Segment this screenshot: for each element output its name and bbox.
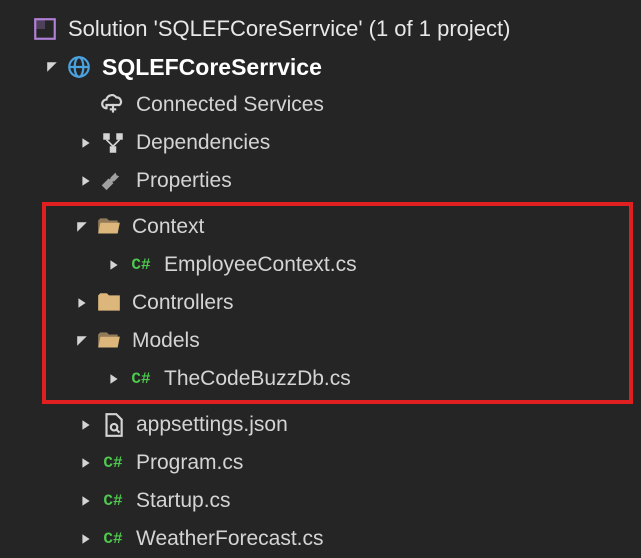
expander-collapsed-icon[interactable] (76, 529, 96, 549)
employeecontext-file-label: EmployeeContext.cs (164, 253, 357, 277)
project-label: SQLEFCoreSerrvice (102, 54, 322, 81)
dependencies-node[interactable]: Dependencies (0, 124, 641, 162)
dependencies-label: Dependencies (136, 131, 270, 155)
appsettings-file-node[interactable]: appsettings.json (0, 406, 641, 444)
employeecontext-file-node[interactable]: C# EmployeeContext.cs (46, 246, 629, 284)
expander-collapsed-icon[interactable] (76, 415, 96, 435)
csharp-icon: C# (128, 369, 154, 389)
highlight-box: Context C# EmployeeContext.cs Controller… (42, 202, 633, 404)
csharp-icon: C# (128, 255, 154, 275)
folder-open-icon (96, 328, 122, 354)
program-file-node[interactable]: C# Program.cs (0, 444, 641, 482)
connected-services-node[interactable]: Connected Services (0, 86, 641, 124)
models-folder-label: Models (132, 329, 200, 353)
csharp-icon: C# (100, 453, 126, 473)
solution-icon (32, 16, 58, 42)
csharp-icon: C# (100, 491, 126, 511)
properties-label: Properties (136, 169, 232, 193)
properties-node[interactable]: Properties (0, 162, 641, 200)
cloud-icon (100, 92, 126, 118)
codebuzz-file-node[interactable]: C# TheCodeBuzzDb.cs (46, 360, 629, 398)
startup-file-node[interactable]: C# Startup.cs (0, 482, 641, 520)
weather-file-node[interactable]: C# WeatherForecast.cs (0, 520, 641, 558)
solution-node[interactable]: Solution 'SQLEFCoreSerrvice' (1 of 1 pro… (0, 10, 641, 48)
controllers-folder-node[interactable]: Controllers (46, 284, 629, 322)
connected-services-label: Connected Services (136, 93, 324, 117)
csharp-icon: C# (100, 529, 126, 549)
globe-icon (66, 54, 92, 80)
json-file-icon (100, 412, 126, 438)
folder-icon (96, 290, 122, 316)
expander-collapsed-icon[interactable] (76, 453, 96, 473)
expander-expanded-icon[interactable] (72, 331, 92, 351)
startup-file-label: Startup.cs (136, 489, 231, 513)
wrench-icon (100, 168, 126, 194)
expander-expanded-icon[interactable] (42, 57, 62, 77)
solution-label: Solution 'SQLEFCoreSerrvice' (1 of 1 pro… (68, 16, 510, 42)
appsettings-file-label: appsettings.json (136, 413, 288, 437)
models-folder-node[interactable]: Models (46, 322, 629, 360)
expander-collapsed-icon[interactable] (104, 255, 124, 275)
expander-expanded-icon[interactable] (72, 217, 92, 237)
controllers-folder-label: Controllers (132, 291, 234, 315)
folder-open-icon (96, 214, 122, 240)
context-folder-node[interactable]: Context (46, 208, 629, 246)
context-folder-label: Context (132, 215, 204, 239)
solution-explorer-tree: Solution 'SQLEFCoreSerrvice' (1 of 1 pro… (0, 0, 641, 558)
expander-collapsed-icon[interactable] (72, 293, 92, 313)
expander-collapsed-icon[interactable] (104, 369, 124, 389)
dependencies-icon (100, 130, 126, 156)
expander-collapsed-icon[interactable] (76, 133, 96, 153)
expander-collapsed-icon[interactable] (76, 171, 96, 191)
program-file-label: Program.cs (136, 451, 243, 475)
codebuzz-file-label: TheCodeBuzzDb.cs (164, 367, 351, 391)
weather-file-label: WeatherForecast.cs (136, 527, 324, 551)
project-node[interactable]: SQLEFCoreSerrvice (0, 48, 641, 86)
expander-collapsed-icon[interactable] (76, 491, 96, 511)
